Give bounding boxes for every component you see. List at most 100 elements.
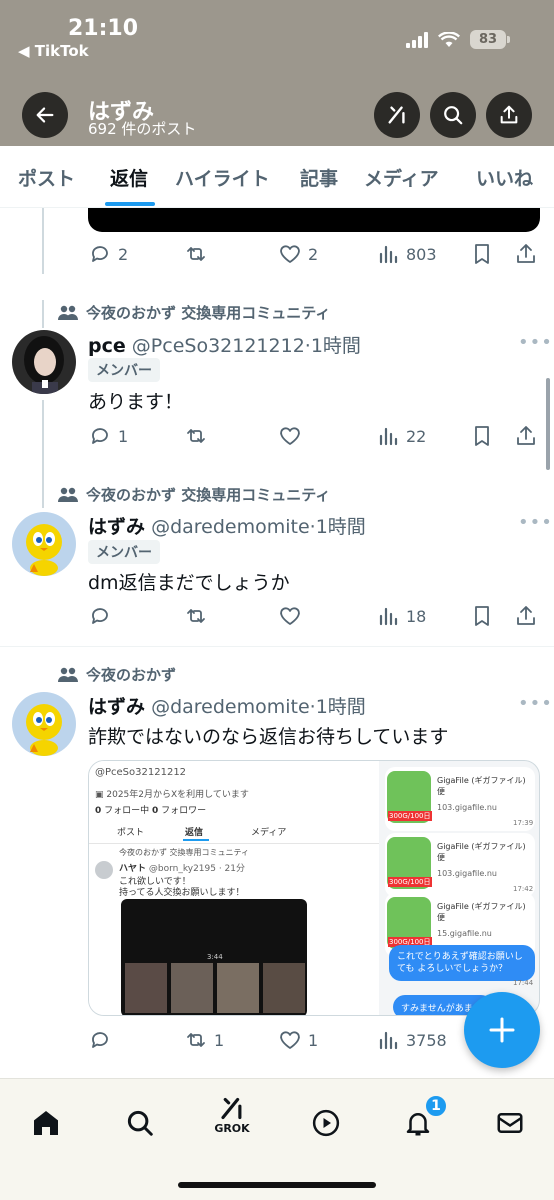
bookmark-icon (475, 426, 489, 446)
share-button[interactable] (514, 604, 538, 628)
video-thumb (171, 963, 213, 1013)
more-options-button[interactable]: ••• (518, 693, 553, 714)
post-author[interactable]: はずみ @daredemomite·1時間 (88, 512, 366, 539)
reply-button[interactable]: 2 (88, 242, 128, 266)
share-icon (517, 606, 535, 625)
reply-icon (92, 608, 108, 624)
post-author[interactable]: はずみ @daredemomite·1時間 (88, 692, 366, 719)
share-button[interactable] (514, 242, 538, 266)
thread-line (42, 208, 44, 274)
signal-icon (406, 31, 428, 48)
tab-likes[interactable]: いいね (476, 164, 533, 191)
more-options-button[interactable]: ••• (518, 332, 553, 353)
mail-icon (497, 1113, 523, 1133)
profile-tabs: ポスト 返信 ハイライト 記事 メディア いいね (0, 146, 554, 208)
views-button[interactable]: 18 (376, 604, 426, 628)
like-button[interactable] (278, 604, 308, 628)
status-icons: 83 (406, 30, 510, 49)
reply-icon (92, 246, 108, 262)
like-button[interactable]: 2 (278, 242, 318, 266)
grok-button[interactable] (374, 92, 420, 138)
home-indicator (178, 1182, 376, 1188)
message-title: GigaFile (ギガファイル) 便 (437, 902, 526, 922)
reply-icon (92, 1032, 108, 1048)
image-tab-indicator (183, 839, 209, 841)
heart-icon (280, 607, 300, 625)
plus-icon (489, 1017, 515, 1043)
post-image[interactable]: @PceSo32121212 ▣ 2025年2月からXを利用しています 0 フォ… (88, 760, 540, 1016)
like-button[interactable]: 1 (278, 1028, 318, 1052)
community-icon (58, 305, 78, 320)
tab-articles[interactable]: 記事 (300, 164, 338, 191)
repost-icon (187, 429, 205, 443)
bookmark-icon (475, 244, 489, 264)
bookmark-button[interactable] (470, 242, 494, 266)
repost-icon (187, 247, 205, 261)
community-label[interactable]: 今夜のおかず 交換専用コミュニティ (58, 302, 330, 323)
avatar-photo (12, 692, 76, 756)
community-label[interactable]: 今夜のおかず 交換専用コミュニティ (58, 484, 330, 505)
active-tab-indicator (105, 202, 155, 206)
avatar[interactable] (12, 692, 76, 756)
nav-videos[interactable] (306, 1103, 346, 1143)
tab-posts[interactable]: ポスト (18, 164, 75, 191)
battery-icon: 83 (470, 30, 510, 49)
share-button[interactable] (514, 424, 538, 448)
nav-home[interactable] (26, 1103, 66, 1143)
nav-search[interactable] (120, 1103, 160, 1143)
video-thumb (125, 963, 167, 1013)
views-button[interactable]: 3758 (376, 1028, 447, 1052)
grok-label: GROK (214, 1122, 250, 1135)
view-count: 3758 (406, 1030, 447, 1050)
post-text: 詐欺ではないのなら返信お待ちしています (88, 726, 449, 748)
view-count: 22 (406, 426, 427, 446)
member-badge: メンバー (88, 358, 160, 382)
message-url: 103.gigafile.nu (437, 803, 497, 812)
views-button[interactable]: 22 (376, 424, 426, 448)
tab-highlights[interactable]: ハイライト (175, 164, 270, 191)
reply-button[interactable]: 1 (88, 424, 128, 448)
views-button[interactable]: 803 (376, 242, 437, 266)
tab-replies[interactable]: 返信 (110, 164, 148, 191)
image-community: 今夜のおかず 交換専用コミュニティ (119, 848, 250, 857)
compose-post-button[interactable] (464, 992, 540, 1068)
repost-button[interactable] (184, 424, 214, 448)
post-media[interactable] (88, 208, 540, 232)
wifi-icon (438, 31, 460, 47)
back-to-app-link[interactable]: ◀ TikTok (18, 42, 89, 60)
image-author: ハヤト @born_ky2195 · 21分 (119, 864, 246, 874)
bookmark-button[interactable] (470, 604, 494, 628)
like-button[interactable] (278, 424, 308, 448)
reply-button[interactable] (88, 604, 118, 628)
nav-messages[interactable] (490, 1103, 530, 1143)
repost-button[interactable] (184, 242, 214, 266)
repost-button[interactable]: 1 (184, 1028, 224, 1052)
share-profile-button[interactable] (486, 92, 532, 138)
nav-grok[interactable]: GROK (212, 1095, 252, 1135)
search-button[interactable] (430, 92, 476, 138)
more-options-button[interactable]: ••• (518, 512, 553, 533)
image-profile-pane: @PceSo32121212 ▣ 2025年2月からXを利用しています 0 フォ… (89, 761, 379, 1015)
community-label[interactable]: 今夜のおかず (58, 664, 176, 685)
arrow-left-icon (36, 107, 54, 123)
heart-icon (280, 427, 300, 445)
message-time: 17:44 (513, 979, 534, 987)
avatar[interactable] (12, 330, 76, 394)
bookmark-button[interactable] (470, 424, 494, 448)
image-follow-counts: 0 フォロー中 0 フォロワー (95, 806, 207, 816)
post-author[interactable]: pce @PceSo32121212·1時間 (88, 331, 361, 358)
message-url: 15.gigafile.nu (437, 929, 492, 938)
avatar[interactable] (12, 512, 76, 576)
post-time: ·1時間 (304, 335, 361, 357)
scrollbar[interactable] (546, 378, 550, 470)
views-icon (379, 427, 398, 446)
repost-button[interactable] (184, 604, 214, 628)
thread-line (42, 400, 44, 508)
tab-media[interactable]: メディア (364, 164, 439, 191)
reply-button[interactable] (88, 1028, 118, 1052)
notification-count-badge: 1 (424, 1094, 448, 1118)
divider (0, 646, 554, 647)
back-button[interactable] (22, 92, 68, 138)
heart-icon (280, 245, 300, 263)
image-video: 3:44 (121, 899, 307, 1015)
